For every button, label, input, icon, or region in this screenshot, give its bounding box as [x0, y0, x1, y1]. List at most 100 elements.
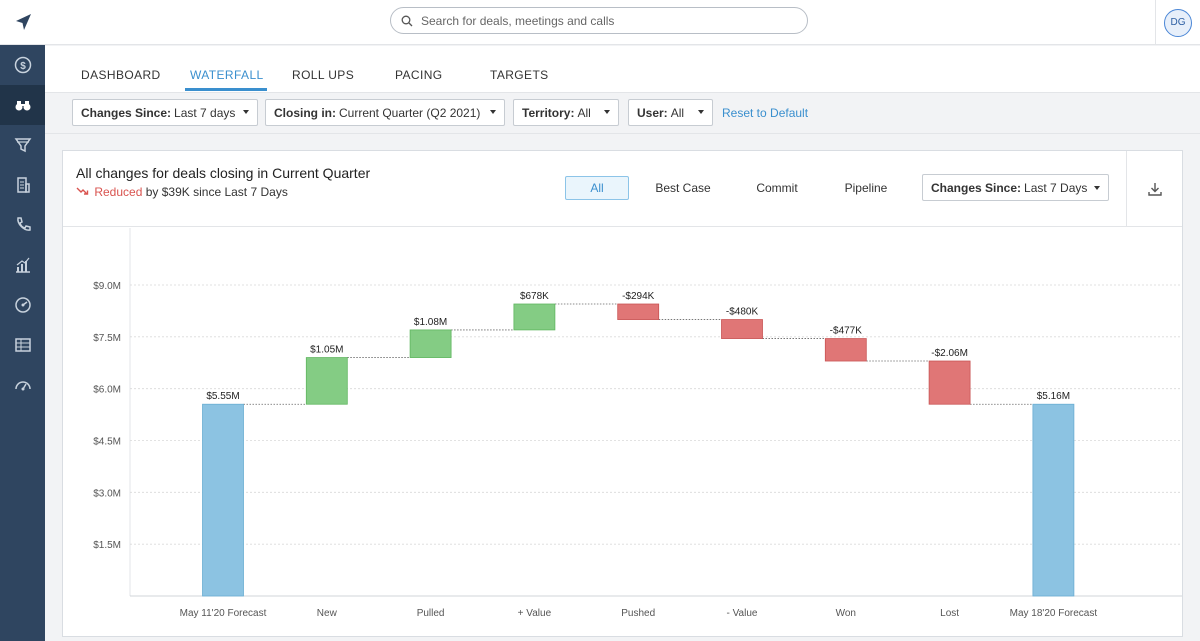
bar-value-label: -$477K — [830, 326, 863, 337]
change-amount: by $39K since Last 7 Days — [145, 185, 288, 199]
sidebar-item-deals[interactable]: $ — [0, 45, 45, 85]
search-placeholder: Search for deals, meetings and calls — [421, 13, 615, 28]
download-icon — [1148, 183, 1162, 196]
sidebar-item-forecast[interactable] — [0, 285, 45, 325]
changes-since-dropdown[interactable]: Changes Since: Last 7 days — [72, 99, 258, 126]
x-category-label: Lost — [940, 608, 959, 619]
closing-in-dropdown[interactable]: Closing in: Current Quarter (Q2 2021) — [265, 99, 505, 126]
bar-value-label: $678K — [520, 291, 549, 302]
filter-bar: Changes Since: Last 7 days Closing in: C… — [45, 92, 1200, 134]
navigation-arrow-icon — [15, 14, 31, 30]
search-icon — [401, 15, 413, 26]
card-title: All changes for deals closing in Current… — [76, 165, 371, 181]
bar-chart-icon — [15, 257, 30, 273]
svg-text:$: $ — [20, 61, 26, 72]
change-summary: Reduced by $39K since Last 7 Days — [76, 185, 288, 199]
top-header: Search for deals, meetings and calls DG — [45, 0, 1200, 45]
caret-down-icon — [698, 110, 704, 114]
segment-all[interactable]: All — [565, 176, 629, 200]
changes-since-value: Last 7 days — [174, 105, 236, 120]
territory-value: All — [577, 105, 591, 120]
closing-in-value: Current Quarter (Q2 2021) — [339, 105, 481, 120]
waterfall-bar — [1032, 403, 1075, 597]
bar-value-label: $5.16M — [1037, 391, 1070, 402]
segment-commit[interactable]: Commit — [743, 176, 811, 200]
chart-grid — [129, 228, 1182, 597]
waterfall-bar — [513, 303, 556, 331]
speedometer-icon — [14, 381, 31, 391]
change-direction: Reduced — [94, 185, 143, 199]
y-axis: $1.5M $3.0M $4.5M $6.0M $7.5M $9.0M — [93, 281, 121, 551]
sidebar-item-accounts[interactable] — [0, 165, 45, 205]
x-axis: May 11'20 Forecast New Pulled + Value Pushed… — [180, 608, 1098, 619]
active-tab-indicator — [185, 88, 267, 91]
segment-best-case[interactable]: Best Case — [645, 176, 721, 200]
user-label: User: — [637, 105, 668, 120]
building-icon — [16, 177, 30, 193]
sidebar-item-pipeline[interactable] — [0, 125, 45, 165]
waterfall-chart: $1.5M $3.0M $4.5M $6.0M $7.5M $9.0M $5.55M $1.… — [93, 228, 1182, 619]
tab-dashboard[interactable]: DASHBOARD — [81, 68, 161, 82]
territory-dropdown[interactable]: Territory: All — [513, 99, 619, 126]
x-category-label: - Value — [727, 608, 758, 619]
user-value: All — [670, 105, 685, 120]
user-avatar-cell[interactable]: DG — [1155, 0, 1200, 45]
x-category-label: Pushed — [621, 608, 655, 619]
sidebar-item-calls[interactable] — [0, 205, 45, 245]
tab-pacing[interactable]: PACING — [395, 68, 443, 82]
x-category-label: + Value — [518, 608, 552, 619]
search-input[interactable]: Search for deals, meetings and calls — [390, 7, 808, 34]
caret-down-icon — [604, 110, 610, 114]
waterfall-bar — [824, 338, 867, 362]
waterfall-bar — [928, 360, 971, 405]
x-category-label: May 18'20 Forecast — [1010, 608, 1098, 619]
sidebar-item-reports[interactable] — [0, 245, 45, 285]
changes-since-label: Changes Since: — [81, 105, 172, 120]
tab-roll-ups[interactable]: ROLL UPS — [292, 68, 354, 82]
x-category-label: New — [317, 608, 338, 619]
closing-in-label: Closing in: — [274, 105, 336, 120]
waterfall-bar — [202, 403, 244, 597]
tab-waterfall[interactable]: WATERFALL — [190, 68, 264, 82]
reset-to-default-link[interactable]: Reset to Default — [722, 106, 808, 120]
avatar[interactable]: DG — [1164, 8, 1192, 37]
y-tick-label: $7.5M — [93, 333, 121, 344]
sidebar: $ — [0, 0, 45, 641]
user-dropdown[interactable]: User: All — [628, 99, 713, 126]
tab-targets[interactable]: TARGETS — [490, 68, 549, 82]
card-changes-since-value: Last 7 Days — [1024, 180, 1088, 195]
sidebar-item-performance[interactable] — [0, 365, 45, 405]
segment-pipeline[interactable]: Pipeline — [831, 176, 901, 200]
bar-value-label: $1.08M — [414, 317, 447, 328]
waterfall-bar — [617, 303, 660, 320]
tab-bar: DASHBOARD WATERFALL ROLL UPS PACING TARG… — [45, 46, 1200, 92]
caret-down-icon — [490, 110, 496, 114]
bar-value-label: $5.55M — [206, 391, 239, 402]
y-tick-label: $3.0M — [93, 488, 121, 499]
caret-down-icon — [243, 110, 249, 114]
x-category-label: Won — [836, 608, 856, 619]
binoculars-icon — [15, 101, 30, 111]
card-changes-since-dropdown[interactable]: Changes Since: Last 7 Days — [922, 174, 1109, 201]
table-icon — [14, 338, 31, 352]
app-logo[interactable] — [0, 0, 45, 45]
gauge-refresh-icon — [14, 297, 31, 313]
trend-down-icon — [76, 187, 89, 195]
waterfall-card: All changes for deals closing in Current… — [62, 150, 1183, 637]
y-tick-label: $4.5M — [93, 437, 121, 448]
y-tick-label: $9.0M — [93, 281, 121, 292]
phone-icon — [16, 217, 31, 231]
caret-down-icon — [1094, 186, 1100, 190]
bar-value-label: -$2.06M — [931, 348, 968, 359]
x-category-label: Pulled — [417, 608, 445, 619]
bar-value-label: $1.05M — [310, 345, 343, 356]
sidebar-item-insights[interactable] — [0, 85, 45, 125]
download-button[interactable] — [1126, 151, 1183, 227]
y-tick-label: $6.0M — [93, 385, 121, 396]
sidebar-item-tables[interactable] — [0, 325, 45, 365]
bar-value-label: -$480K — [726, 307, 759, 318]
x-category-label: May 11'20 Forecast — [180, 608, 267, 619]
territory-label: Territory: — [522, 105, 575, 120]
dollar-icon: $ — [14, 56, 31, 74]
waterfall-bar — [409, 329, 452, 358]
